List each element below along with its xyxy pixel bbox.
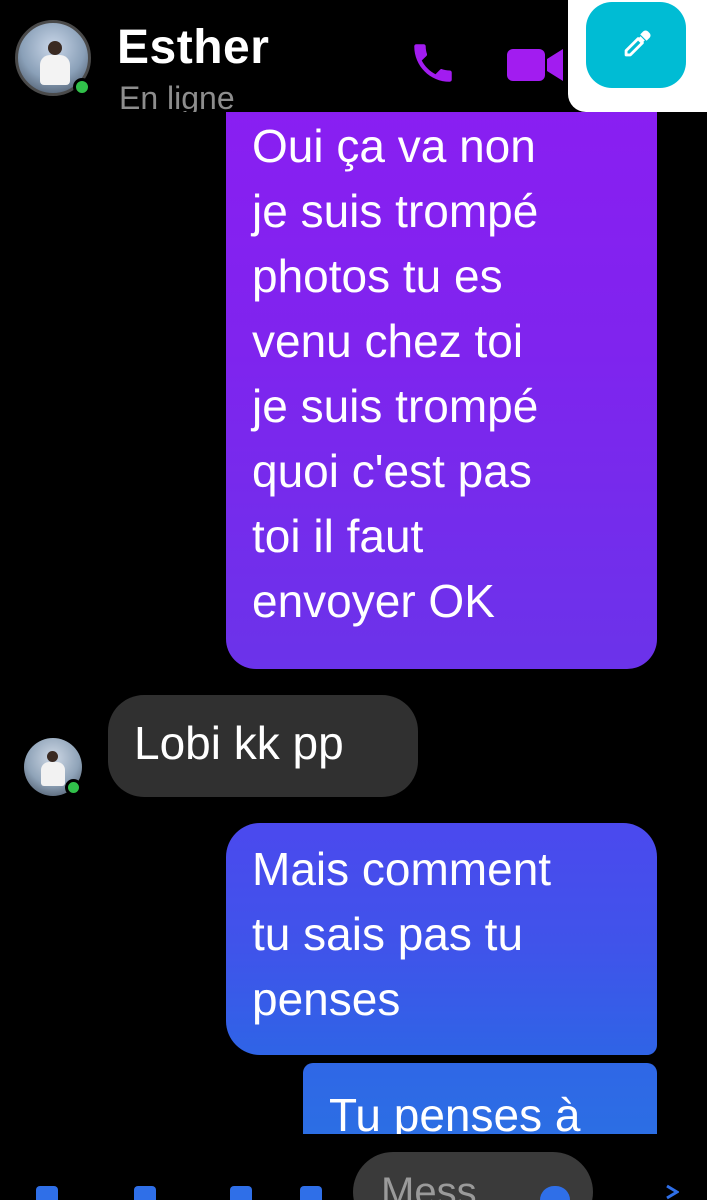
audio-call-button[interactable]: [408, 38, 458, 88]
message-composer: [0, 1134, 707, 1200]
contact-status: En ligne: [119, 80, 235, 112]
avatar-figure-head: [47, 751, 58, 762]
outgoing-message-bubble[interactable]: Tu penses à: [303, 1063, 657, 1134]
online-status-dot: [65, 779, 82, 796]
sender-avatar[interactable]: [24, 738, 84, 798]
composer-actions: [30, 1186, 330, 1200]
eyedropper-icon: [624, 30, 651, 57]
camera-icon[interactable]: [134, 1186, 156, 1200]
avatar-figure-body: [40, 55, 70, 85]
contact-avatar-button[interactable]: [15, 20, 95, 100]
phone-icon: [414, 44, 452, 82]
outgoing-message-bubble[interactable]: Oui ça va non je suis trompé photos tu e…: [226, 112, 657, 669]
message-thread[interactable]: Oui ça va non je suis trompé photos tu e…: [0, 112, 707, 1134]
gallery-icon[interactable]: [230, 1186, 252, 1200]
incoming-message-bubble[interactable]: Lobi kk pp: [108, 695, 418, 797]
contact-name[interactable]: Esther: [117, 20, 269, 76]
color-picker-fab[interactable]: [586, 2, 686, 88]
send-icon[interactable]: [665, 1184, 679, 1200]
more-actions-icon[interactable]: [36, 1186, 58, 1200]
video-camera-icon: [507, 49, 563, 81]
avatar-figure-body: [41, 762, 65, 786]
microphone-icon[interactable]: [300, 1186, 322, 1200]
avatar-figure-head: [48, 41, 62, 55]
outgoing-message-bubble[interactable]: Mais comment tu sais pas tu penses: [226, 823, 657, 1055]
conversation-header: Esther En ligne: [0, 0, 707, 112]
video-call-button[interactable]: [505, 38, 565, 88]
online-status-dot: [73, 78, 91, 96]
